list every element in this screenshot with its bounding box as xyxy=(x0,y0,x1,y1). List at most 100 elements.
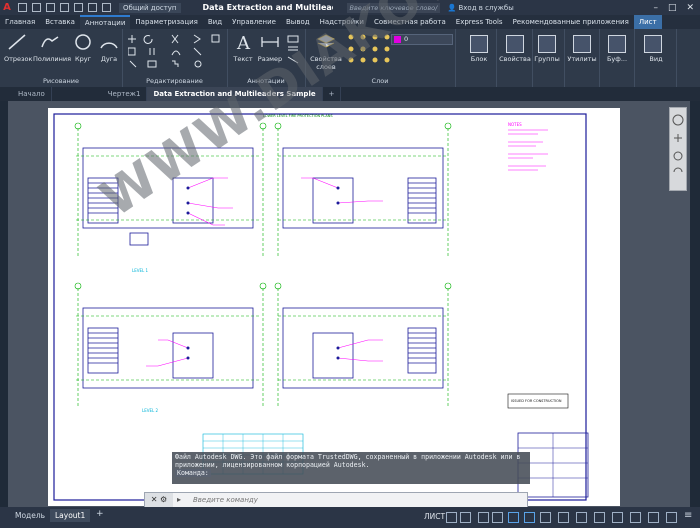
view-icon xyxy=(644,35,662,53)
layer-properties-label: Свойства слоев xyxy=(310,55,342,71)
new-tab-button[interactable]: + xyxy=(323,87,342,101)
table-icon xyxy=(287,35,299,43)
add-layout-icon[interactable]: + xyxy=(96,509,104,519)
ribbon-tab-10[interactable]: Рекомендованные приложения xyxy=(508,15,634,29)
paper-space-toggle[interactable]: ЛИСТ xyxy=(424,512,445,521)
file-tab-2[interactable]: Data Extraction and Multileaders Sample xyxy=(147,87,323,101)
level-2-label: LEVEL 2 xyxy=(142,408,159,413)
extend-icon xyxy=(193,34,201,44)
save-icon[interactable] xyxy=(46,3,55,12)
view-tool-label: Вид xyxy=(649,55,663,63)
arc-tool[interactable]: Дуга xyxy=(98,33,120,63)
annotation-scale-icon[interactable] xyxy=(558,512,569,523)
new-icon[interactable] xyxy=(18,3,27,12)
isolate-objects-icon[interactable] xyxy=(630,512,641,523)
text-tool-label: Текст xyxy=(233,55,253,63)
multileaders xyxy=(146,177,383,367)
hardware-acceleration-icon[interactable] xyxy=(648,512,659,523)
pan-icon xyxy=(674,134,682,142)
fillet-icon xyxy=(171,50,181,56)
maximize-icon[interactable]: □ xyxy=(668,3,677,13)
autocad-logo[interactable]: A xyxy=(0,1,14,15)
layout1-tab[interactable]: Layout1 xyxy=(50,509,91,522)
undo-icon[interactable] xyxy=(88,3,97,12)
zoom-icon xyxy=(673,151,683,161)
modify-group-label[interactable]: Редактирование xyxy=(122,77,227,85)
drawing-svg: LOWER LEVEL FIRE PROTECTION PLANS LEVEL … xyxy=(53,113,589,501)
ribbon-tab-7[interactable]: Надстройки xyxy=(315,15,369,29)
minimize-icon[interactable]: – xyxy=(653,3,658,13)
command-history: Файл Autodesk DWG. Это файл формата Trus… xyxy=(172,452,530,484)
title-bar: A Общий доступ Data Extraction and Multi… xyxy=(0,0,700,22)
close-command-icon[interactable]: ✕ xyxy=(151,495,158,504)
circle-tool[interactable]: Круг xyxy=(72,33,94,63)
snap-mode-icon[interactable] xyxy=(460,512,471,523)
file-tab-0[interactable]: Начало xyxy=(0,87,52,101)
units-icon[interactable] xyxy=(612,512,623,523)
ribbon-tab-5[interactable]: Управление xyxy=(227,15,281,29)
properties-tool[interactable]: Свойства xyxy=(498,29,533,87)
file-tab-1[interactable]: Чертеж1 xyxy=(52,87,148,101)
ribbon-tab-1[interactable]: Вставка xyxy=(40,15,80,29)
clean-screen-icon[interactable] xyxy=(666,512,677,523)
ribbon-tab-3[interactable]: Параметризация xyxy=(130,15,202,29)
properties-icon xyxy=(506,35,524,53)
block-tool[interactable]: Блок xyxy=(462,29,497,87)
dimension-tool[interactable]: Размер xyxy=(257,33,283,63)
plan-level-2-left xyxy=(82,307,254,389)
clipboard-tool[interactable]: Буф... xyxy=(600,29,635,87)
layer-dropdown[interactable]: 0 xyxy=(391,34,453,45)
ribbon-tab-4[interactable]: Вид xyxy=(203,15,227,29)
current-layer-value: 0 xyxy=(404,35,409,43)
layer-properties-tool[interactable]: Свойства слоев xyxy=(309,33,343,71)
lineweight-icon[interactable] xyxy=(540,512,551,523)
open-icon[interactable] xyxy=(32,3,41,12)
polyline-tool[interactable]: Полилиния xyxy=(33,33,71,63)
ribbon-tab-8[interactable]: Совместная работа xyxy=(369,15,451,29)
ribbon-panel: Отрезок Полилиния Круг Дуга Рисование Ре… xyxy=(0,29,700,88)
osnap-tracking-icon[interactable] xyxy=(524,512,535,523)
layout-sheet[interactable]: LOWER LEVEL FIRE PROTECTION PLANS LEVEL … xyxy=(48,108,620,506)
groups-tool[interactable]: Группы xyxy=(530,29,565,87)
navbar-icons xyxy=(672,114,684,173)
history-line-1: Файл Autodesk DWG. Это файл формата Trus… xyxy=(175,453,521,461)
rotate-icon xyxy=(143,35,153,44)
ribbon-tab-11[interactable]: Лист xyxy=(633,15,662,29)
share-button[interactable]: Общий доступ xyxy=(119,2,181,13)
close-icon[interactable]: ✕ xyxy=(686,3,694,13)
command-input[interactable] xyxy=(191,494,515,506)
customize-icon[interactable]: ⚙ xyxy=(160,495,167,504)
redo-icon[interactable] xyxy=(102,3,111,12)
object-snap-icon[interactable] xyxy=(508,512,519,523)
save-as-icon[interactable] xyxy=(60,3,69,12)
ortho-icon[interactable] xyxy=(478,512,489,523)
ribbon-tab-9[interactable]: Express Tools xyxy=(451,15,508,29)
line-tool[interactable]: Отрезок xyxy=(4,33,32,63)
view-tool[interactable]: Вид xyxy=(636,29,677,87)
text-tool[interactable]: A Текст xyxy=(231,33,255,63)
customization-menu-icon[interactable]: ≡ xyxy=(684,510,692,521)
annotation-monitor-icon[interactable] xyxy=(594,512,605,523)
ribbon-tab-2[interactable]: Аннотации xyxy=(79,15,131,29)
dimension-tool-label: Размер xyxy=(257,55,283,63)
polar-icon[interactable] xyxy=(492,512,503,523)
modify-group: Редактирование xyxy=(122,29,228,87)
markup-icon xyxy=(287,56,299,64)
layers-group-label[interactable]: Слои xyxy=(305,77,455,85)
search-input[interactable]: Введите ключевое слово/фразу xyxy=(346,2,440,22)
annotation-group-label[interactable]: Аннотации xyxy=(227,77,305,85)
sign-in-button[interactable]: 👤 Вход в службы xyxy=(448,4,514,12)
grid-display-icon[interactable] xyxy=(446,512,457,523)
plot-icon[interactable] xyxy=(74,3,83,12)
ribbon-tab-0[interactable]: Главная xyxy=(0,15,40,29)
clipboard-tool-label: Буф... xyxy=(606,55,628,63)
mirror-icon xyxy=(149,48,155,55)
utilities-tool[interactable]: Утилиты xyxy=(565,29,600,87)
workspace-icon[interactable] xyxy=(576,512,587,523)
draw-group-label[interactable]: Рисование xyxy=(0,77,122,85)
sheet-border xyxy=(53,113,587,501)
navigation-bar[interactable] xyxy=(669,107,687,191)
draw-group: Отрезок Полилиния Круг Дуга Рисование xyxy=(0,29,123,87)
model-tab[interactable]: Модель xyxy=(10,509,50,522)
ribbon-tab-6[interactable]: Вывод xyxy=(281,15,315,29)
